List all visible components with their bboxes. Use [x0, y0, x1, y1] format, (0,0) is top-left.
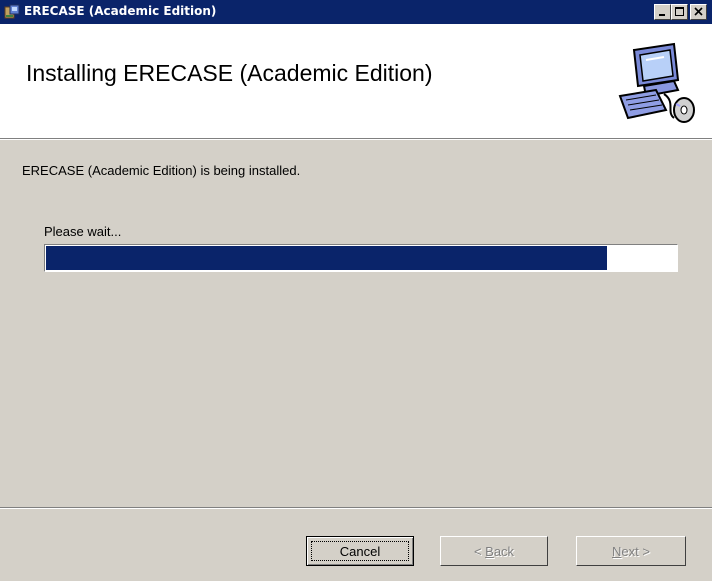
focus-rectangle	[311, 541, 409, 561]
back-button[interactable]: < Back	[440, 536, 548, 566]
progress-fill	[46, 246, 607, 270]
maximize-icon	[675, 7, 684, 16]
footer-divider-highlight	[0, 508, 712, 509]
maximize-button[interactable]	[671, 4, 688, 20]
minimize-icon	[659, 14, 665, 16]
cancel-button[interactable]: Cancel	[306, 536, 414, 566]
window-title: ERECASE (Academic Edition)	[24, 4, 217, 18]
computer-cd-icon	[616, 40, 698, 128]
status-message: ERECASE (Academic Edition) is being inst…	[22, 163, 301, 178]
header-divider-highlight	[0, 139, 712, 140]
title-bar[interactable]: ERECASE (Academic Edition)	[0, 0, 712, 24]
page-title: Installing ERECASE (Academic Edition)	[26, 60, 433, 86]
minimize-button[interactable]	[654, 4, 671, 20]
close-icon	[694, 7, 703, 16]
next-button[interactable]: Next >	[576, 536, 686, 566]
next-button-label: Next >	[612, 543, 650, 559]
wait-label: Please wait...	[44, 224, 122, 239]
installer-app-icon	[4, 4, 20, 20]
back-button-label: < Back	[473, 543, 515, 559]
installer-window: ERECASE (Academic Edition) Installing ER…	[0, 0, 712, 581]
header-banner: Installing ERECASE (Academic Edition)	[0, 24, 712, 138]
close-button[interactable]	[690, 4, 707, 20]
progress-bar	[44, 244, 678, 272]
